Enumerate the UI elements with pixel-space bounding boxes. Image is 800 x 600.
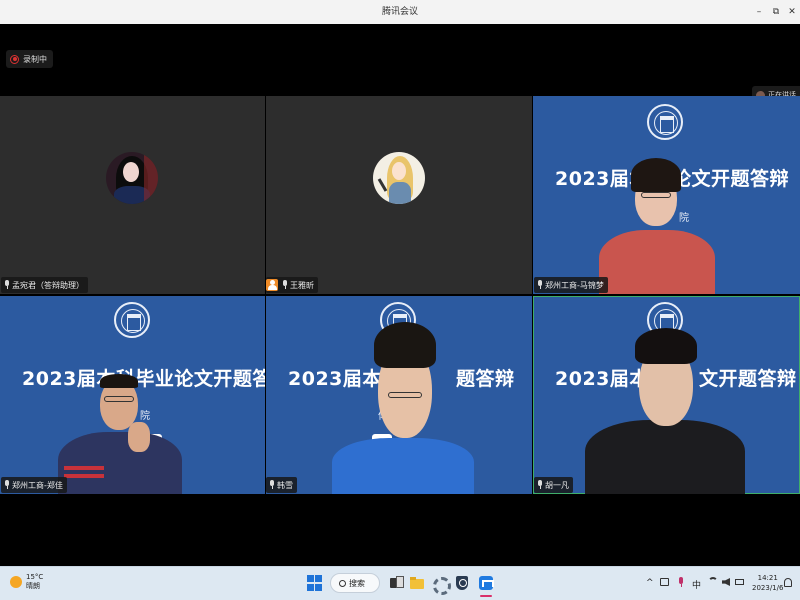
participant-tile[interactable]: 2023届本科 文开题答辩 胡一凡 [533,296,800,494]
mic-in-use-icon[interactable] [678,577,684,588]
volume-icon[interactable] [722,578,730,586]
mic-icon [4,280,10,290]
recording-label: 录制中 [23,54,47,64]
participant-name: 王雅昕 [290,280,314,290]
system-clock[interactable]: 14:21 2023/1/6 [752,573,783,593]
recording-indicator[interactable]: 录制中 [6,50,53,68]
title-bar: 腾讯会议 – ⧉ ✕ [0,0,800,24]
participant-tile[interactable]: 2023届本科 论文开题答辩 院 郑州工商-马锦梦 [533,96,800,294]
tray-overflow-chevron-icon[interactable]: ^ [646,578,654,588]
search-label: 搜索 [349,578,365,588]
battery-icon[interactable] [735,579,744,585]
meeting-window: 腾讯会议 – ⧉ ✕ 录制中 正在讲话 孟宛君（答辩助理） 王雅昕 2023届本… [0,0,800,600]
notification-bell-icon[interactable] [784,578,792,587]
active-app-indicator [480,595,492,597]
search-icon [339,579,346,587]
tencent-meeting-icon[interactable] [478,575,494,591]
participant-name: 韩雪 [277,480,293,490]
window-title: 腾讯会议 [381,7,418,17]
keyboard-icon[interactable] [660,578,669,586]
file-explorer-icon[interactable] [409,575,425,591]
clock-time: 14:21 [757,574,778,582]
mic-icon [282,280,288,290]
security-app-icon[interactable] [454,575,470,591]
avatar [106,152,158,204]
participant-video [58,372,184,494]
settings-gear-icon[interactable] [431,575,451,595]
ime-indicator[interactable]: 中 [692,578,701,591]
participant-tile[interactable]: 2023届本科 题答辩 体 韩雪 [266,296,532,494]
windows-logo-icon [307,575,314,582]
mic-icon [269,480,275,490]
weather-temp: 15°C [26,573,44,581]
avatar [373,152,425,204]
mic-icon [537,280,543,290]
close-button[interactable]: ✕ [783,0,800,24]
taskbar: 15°C 晴朗 搜索 ^ 中 14:21 2023/1/6 [0,566,800,600]
participant-tile[interactable]: 王雅昕 [266,96,532,294]
task-view-icon[interactable] [388,575,404,591]
participant-video [585,328,745,494]
participant-name-tag: 郑州工商-马锦梦 [534,277,608,293]
clock-date: 2023/1/6 [752,584,784,592]
university-emblem-icon [114,302,150,338]
participant-name-tag: 韩雪 [266,477,297,493]
participant-tile[interactable]: 孟宛君（答辩助理） [0,96,265,294]
participant-name-tag: 孟宛君（答辩助理） [1,277,88,293]
participant-video [332,322,474,494]
taskbar-search-button[interactable]: 搜索 [330,573,380,593]
university-emblem-icon [647,104,683,140]
participant-name: 郑州工商-郑佳 [12,480,63,490]
participant-name-tag: 胡一凡 [534,477,573,493]
participant-name-tag: 郑州工商-郑佳 [1,477,67,493]
participant-name: 胡一凡 [545,480,569,490]
sun-icon [10,576,22,588]
participant-video [597,158,717,294]
weather-widget[interactable]: 15°C 晴朗 [10,573,43,591]
mic-icon [537,480,543,490]
user-icon [267,280,277,290]
start-button[interactable] [307,575,323,591]
minimize-button[interactable]: – [750,0,768,24]
host-badge [266,279,278,291]
participant-name-tag: 王雅昕 [266,277,318,293]
weather-condition: 晴朗 [26,582,40,590]
record-icon [10,54,19,64]
participant-name: 郑州工商-马锦梦 [545,280,604,290]
wifi-icon[interactable] [708,577,718,587]
participant-name: 孟宛君（答辩助理） [12,280,84,290]
mic-icon [4,480,10,490]
participant-tile[interactable]: 2023届本科毕业论文开题答辩 院 郑州工商-郑佳 [0,296,265,494]
